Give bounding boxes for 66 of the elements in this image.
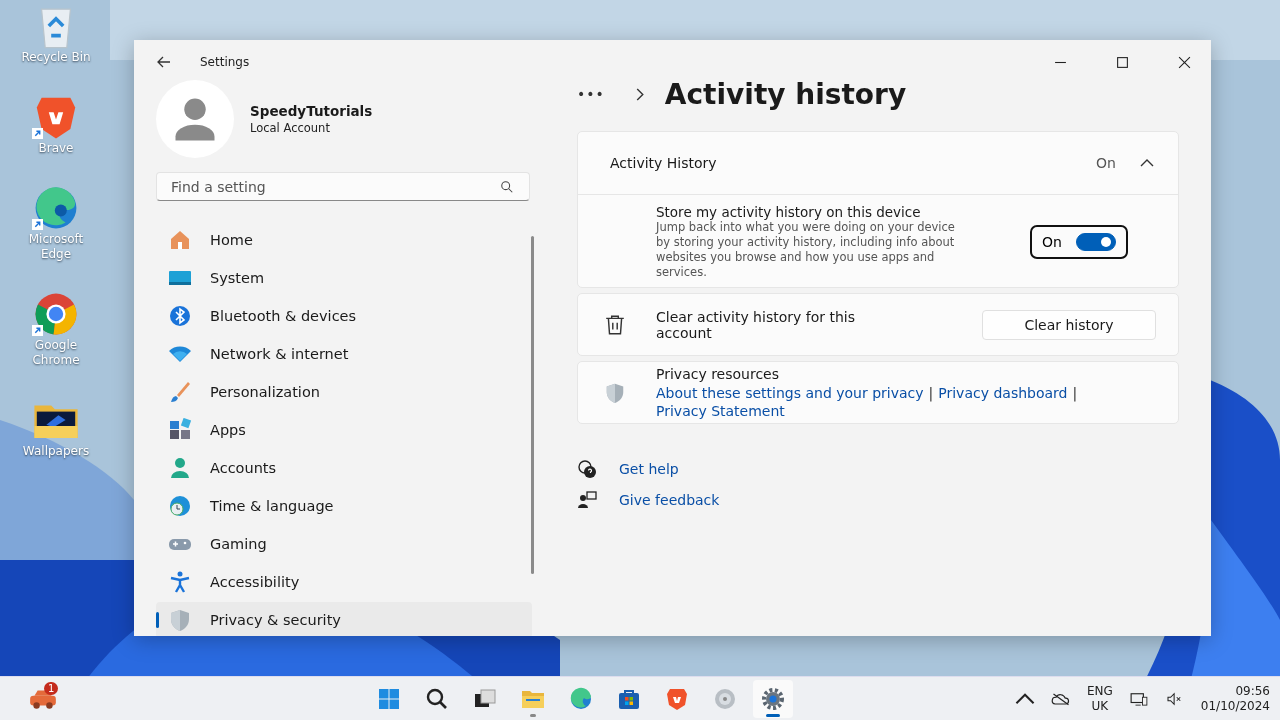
cloud-off-icon[interactable] — [1050, 691, 1071, 706]
feedback-icon — [577, 490, 597, 510]
network-monitor-icon[interactable] — [1128, 691, 1149, 706]
privacy-link[interactable]: Privacy Statement — [656, 403, 785, 419]
setting-title: Clear activity history for this account — [656, 308, 856, 341]
nav-item[interactable]: Time & language — [156, 488, 532, 524]
shortcut-arrow-icon — [32, 128, 43, 139]
setting-title: Store my activity history on this device — [656, 204, 922, 220]
window-title: Settings — [200, 55, 250, 69]
toggle-label: On — [1042, 234, 1062, 250]
house-icon — [168, 228, 192, 252]
nav-item[interactable]: Apps — [156, 412, 532, 448]
nav-item[interactable]: System — [156, 260, 532, 296]
nav-item[interactable]: Gaming — [156, 526, 532, 562]
shortcut-arrow-icon — [32, 219, 43, 230]
person-icon — [168, 456, 192, 480]
account-name: SpeedyTutorials — [250, 103, 373, 119]
chevron-right-icon — [634, 87, 645, 101]
nav-item[interactable]: Bluetooth & devices — [156, 298, 532, 334]
nav-item[interactable]: Privacy & security — [156, 602, 532, 636]
setting-description: Jump back into what you were doing on your device by storing your activity history, including info about websites you browse and how you use apps and services. — [656, 220, 956, 280]
maximize-icon[interactable] — [1116, 55, 1129, 69]
help-chat-icon — [577, 459, 597, 479]
nav-item[interactable]: Accessibility — [156, 564, 532, 600]
search-field[interactable]: Find a setting — [156, 172, 530, 201]
back-arrow-icon[interactable] — [156, 54, 172, 70]
apps-icon — [168, 418, 192, 442]
globe-clock-icon — [168, 494, 192, 518]
link-separator: | — [928, 385, 934, 401]
expander-header[interactable]: Activity History On — [578, 132, 1178, 195]
help-link[interactable]: Get help — [619, 461, 679, 477]
breadcrumb-more[interactable]: ••• — [577, 86, 605, 102]
chevron-up-icon[interactable] — [1014, 691, 1035, 706]
shortcut-arrow-icon — [32, 325, 43, 336]
nav-item[interactable]: Accounts — [156, 450, 532, 486]
edge-icon — [569, 686, 593, 711]
shield-icon — [168, 608, 192, 632]
search-icon — [500, 180, 514, 194]
accessibility-icon — [168, 570, 192, 594]
clear-history-button[interactable]: Clear history — [982, 309, 1156, 340]
help-link[interactable]: Give feedback — [619, 492, 720, 508]
clock-date[interactable]: 01/10/2024 — [1200, 698, 1270, 714]
account-type: Local Account — [250, 121, 331, 135]
disc-icon — [713, 686, 737, 711]
privacy-link[interactable]: Privacy dashboard — [938, 385, 1068, 401]
nav-item[interactable]: Network & internet — [156, 336, 532, 372]
close-icon[interactable] — [1178, 55, 1191, 69]
nav-item[interactable]: Personalization — [156, 374, 532, 410]
bluetooth-icon — [168, 304, 192, 328]
widget-button[interactable]: 1 — [28, 683, 64, 714]
brush-icon — [168, 380, 192, 404]
notification-badge: 1 — [44, 681, 59, 695]
link-separator: | — [1072, 385, 1078, 401]
privacy-link[interactable]: About these settings and your privacy — [656, 385, 924, 401]
page-title: Activity history — [664, 77, 907, 111]
toggle-switch[interactable] — [1076, 233, 1116, 251]
language-indicator[interactable]: ENG — [1086, 683, 1113, 699]
gear-icon — [761, 686, 785, 711]
taskbar-app[interactable] — [753, 679, 793, 718]
section-title: Privacy resources — [656, 366, 780, 382]
search-icon — [425, 686, 449, 711]
region-indicator[interactable]: UK — [1091, 698, 1109, 714]
clock-time[interactable]: 09:56 — [1235, 683, 1270, 699]
nav-item[interactable]: Home — [156, 222, 532, 258]
windows-logo-icon — [377, 686, 401, 711]
scrollbar[interactable] — [531, 236, 534, 574]
